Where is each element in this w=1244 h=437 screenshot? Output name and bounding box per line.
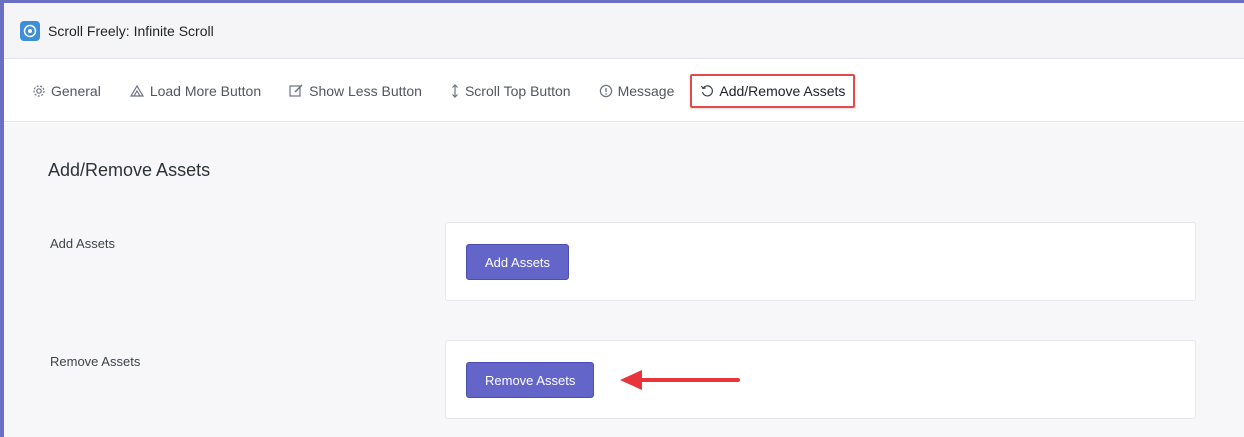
tab-general[interactable]: General: [32, 76, 101, 106]
load-more-icon: [129, 84, 145, 98]
info-circle-icon: [599, 84, 613, 98]
tab-message[interactable]: Message: [599, 76, 675, 106]
app-logo-icon: [20, 20, 40, 41]
annotation-arrow-icon: [620, 370, 740, 390]
tab-label: General: [51, 82, 101, 99]
tab-load-more-button[interactable]: Load More Button: [129, 76, 261, 106]
tab-label: Show Less Button: [309, 82, 422, 99]
tab-scroll-top-button[interactable]: Scroll Top Button: [450, 76, 571, 106]
remove-assets-button[interactable]: Remove Assets: [466, 362, 595, 398]
settings-panel: Add/Remove Assets Add Assets Add Assets …: [4, 123, 1244, 437]
tab-add-remove-assets[interactable]: Add/Remove Assets: [690, 73, 856, 108]
gear-icon: [32, 84, 46, 98]
up-down-arrow-icon: [450, 83, 460, 98]
title-bar: Scroll Freely: Infinite Scroll: [4, 3, 1244, 59]
add-assets-label: Add Assets: [50, 236, 116, 251]
tab-bar: General Load More Button Show Less Butto…: [4, 60, 1244, 122]
remove-assets-card: Remove Assets: [445, 340, 1196, 419]
add-assets-button[interactable]: Add Assets: [466, 244, 570, 280]
add-assets-card: Add Assets: [445, 222, 1196, 301]
tab-label: Load More Button: [149, 82, 262, 99]
app-title: Scroll Freely: Infinite Scroll: [48, 22, 214, 39]
refresh-icon: [700, 84, 714, 98]
tab-label: Message: [617, 82, 675, 99]
remove-assets-label: Remove Assets: [50, 354, 141, 369]
section-title: Add/Remove Assets: [48, 160, 211, 180]
tab-label: Scroll Top Button: [464, 82, 571, 99]
edit-icon: [289, 84, 304, 98]
app-window: Scroll Freely: Infinite Scroll General L…: [0, 0, 1244, 437]
tab-label: Add/Remove Assets: [719, 82, 846, 99]
tab-show-less-button[interactable]: Show Less Button: [289, 76, 422, 106]
